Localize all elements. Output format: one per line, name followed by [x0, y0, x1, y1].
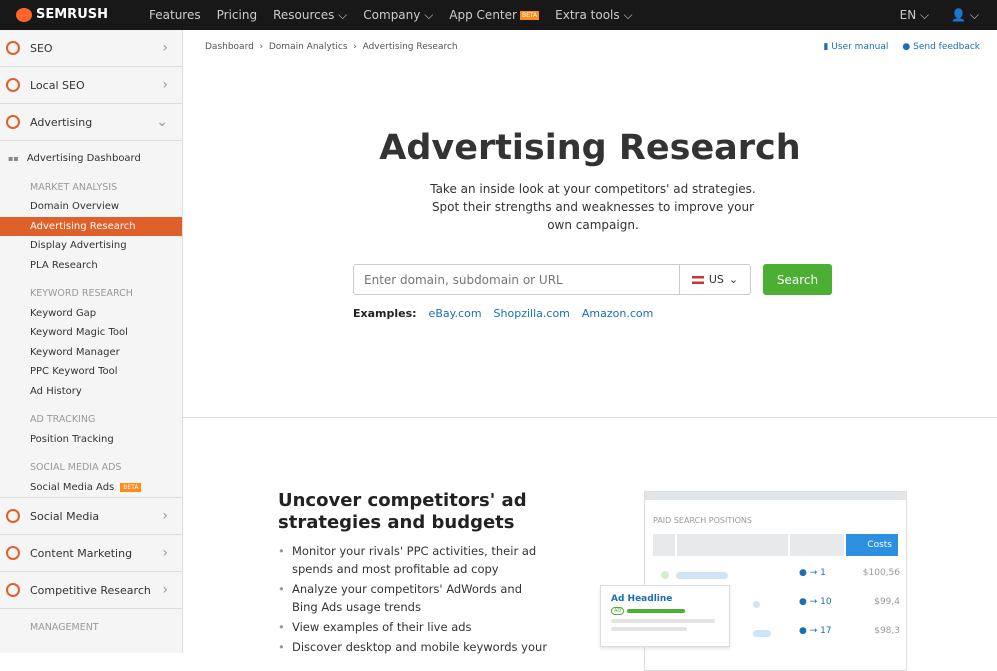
section-header: SOCIAL MEDIA ADS	[30, 462, 122, 474]
list-item: Analyze your competitors' AdWords and Bi…	[278, 580, 548, 616]
chevron-right-icon: ›	[162, 545, 168, 561]
nav-company[interactable]: Company ⌵	[363, 8, 433, 23]
nav-features[interactable]: Features	[149, 8, 201, 23]
user-menu[interactable]: 👤 ⌵	[951, 8, 979, 23]
example-link[interactable]: Shopzilla.com	[494, 307, 570, 320]
table-header: Costs	[653, 534, 898, 556]
top-nav-bar: SEMRUSH Features Pricing Resources ⌵ Com…	[0, 0, 997, 30]
table-row: ● → 1 $100,56	[653, 568, 900, 582]
sidebar-group-seo[interactable]: SEO ›	[0, 30, 182, 67]
sidebar-item[interactable]: Domain Overview	[0, 197, 182, 217]
nav-app-center[interactable]: App Center BETA	[449, 8, 540, 23]
user-manual-link[interactable]: ▮ User manual	[823, 42, 888, 52]
sidebar-item[interactable]: PPC Keyword Tool	[0, 362, 182, 382]
pie-chart-icon	[6, 583, 20, 597]
nav-pricing[interactable]: Pricing	[217, 8, 257, 23]
sidebar-item[interactable]: Position Tracking	[0, 430, 182, 450]
promo-title: Uncover competitors' ad strategies and b…	[278, 490, 527, 533]
speech-bubble-icon: ●	[902, 42, 911, 52]
us-flag-icon	[691, 275, 704, 284]
nav-resources[interactable]: Resources ⌵	[273, 8, 347, 23]
main-content: Dashboard › Domain Analytics › Advertisi…	[183, 30, 997, 671]
seo-icon	[6, 41, 20, 55]
list-item: Monitor your rivals' PPC activities, the…	[278, 542, 548, 578]
language-select[interactable]: EN ⌵	[900, 8, 929, 23]
section-header: AD TRACKING	[30, 414, 96, 426]
section-header-management: MANAGEMENT	[30, 622, 99, 634]
chevron-right-icon: ›	[162, 40, 168, 56]
page-description: Take an inside look at your competitors'…	[430, 182, 756, 232]
dashboard-icon: ▪▪	[8, 154, 19, 164]
chevron-right-icon: ›	[162, 508, 168, 524]
sidebar: SEO › Local SEO › Advertising ⌄ ▪▪ Advertis…	[0, 30, 183, 653]
example-link[interactable]: eBay.com	[429, 307, 482, 320]
beta-badge: BETA	[120, 482, 142, 492]
list-item: Discover desktop and mobile keywords you…	[278, 638, 548, 656]
page-title: Advertising Research	[379, 128, 801, 168]
breadcrumb-current: Advertising Research	[362, 42, 458, 52]
book-icon: ▮	[823, 42, 829, 52]
examples: Examples: eBay.com Shopzilla.com Amazon.…	[353, 307, 654, 320]
sidebar-item[interactable]: Keyword Gap	[0, 304, 182, 324]
sidebar-item[interactable]: ▪▪ Advertising Dashboard	[0, 149, 182, 169]
breadcrumb: Dashboard › Domain Analytics › Advertisi…	[205, 42, 458, 52]
semrush-logo[interactable]: SEMRUSH	[16, 7, 108, 22]
chevron-right-icon: ›	[162, 77, 168, 93]
beta-badge: BETA	[519, 11, 540, 20]
chat-icon	[6, 509, 20, 523]
promo-bullets: Monitor your rivals' PPC activities, the…	[278, 542, 548, 658]
list-item: View examples of their live ads	[278, 618, 548, 636]
pencil-icon	[6, 546, 20, 560]
breadcrumb-domain-analytics[interactable]: Domain Analytics	[269, 42, 348, 52]
sidebar-group-social-media[interactable]: Social Media ›	[0, 498, 182, 535]
nav-extra-tools[interactable]: Extra tools ⌵	[555, 8, 632, 23]
sidebar-item[interactable]: PLA Research	[0, 256, 182, 276]
sidebar-item[interactable]: Ad History	[0, 382, 182, 402]
target-icon	[6, 115, 20, 129]
send-feedback-link[interactable]: ● Send feedback	[902, 42, 980, 52]
sidebar-item[interactable]: Keyword Magic Tool	[0, 323, 182, 343]
section-header: KEYWORD RESEARCH	[30, 288, 133, 300]
search-form: US⌄	[353, 264, 751, 295]
sidebar-item[interactable]: Advertising Research	[0, 216, 182, 236]
sidebar-item[interactable]: Keyword Manager	[0, 343, 182, 363]
sidebar-group-advertising[interactable]: Advertising ⌄	[0, 104, 182, 141]
chevron-right-icon: ›	[162, 582, 168, 598]
section-header: MARKET ANALYSIS	[30, 181, 118, 193]
chevron-down-icon: ⌄	[156, 114, 168, 130]
window-bar	[645, 492, 906, 500]
sidebar-group-competitive-research[interactable]: Competitive Research ›	[0, 572, 182, 609]
domain-input[interactable]	[354, 265, 679, 294]
divider	[183, 417, 997, 418]
breadcrumb-dashboard[interactable]: Dashboard	[205, 42, 254, 52]
sidebar-item[interactable]: Display Advertising	[0, 236, 182, 256]
sidebar-group-content-marketing[interactable]: Content Marketing ›	[0, 535, 182, 572]
ad-badge: AD	[611, 607, 625, 615]
location-icon	[6, 78, 20, 92]
sidebar-item[interactable]: Social Media Ads BETA	[0, 478, 182, 498]
database-select[interactable]: US ⌄	[679, 265, 750, 294]
user-icon: 👤	[951, 8, 967, 22]
search-button[interactable]: Search	[763, 264, 832, 295]
illustration-title: PAID SEARCH POSITIONS	[653, 516, 752, 525]
logo-icon	[16, 7, 32, 22]
sidebar-group-local-seo[interactable]: Local SEO ›	[0, 67, 182, 104]
ad-preview-card: Ad Headline AD	[600, 585, 730, 647]
chevron-down-icon: ⌄	[728, 273, 739, 286]
example-link[interactable]: Amazon.com	[582, 307, 653, 320]
